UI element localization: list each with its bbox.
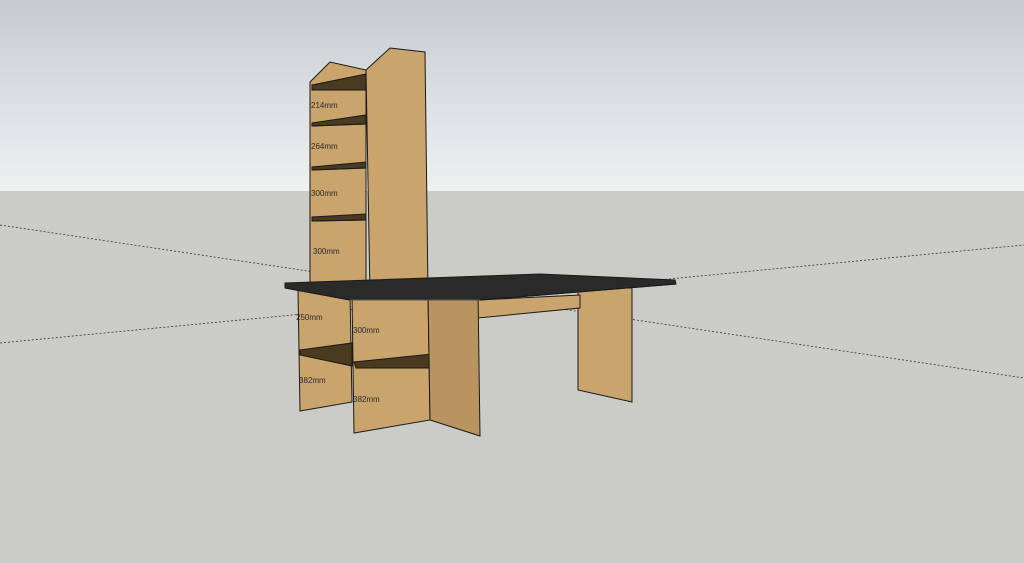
dimension-label: 300mm (313, 247, 340, 256)
bookcase[interactable] (309, 47, 429, 296)
dimension-label: 250mm (296, 313, 323, 322)
3d-model-scene[interactable]: 214mm 264mm 300mm 300mm 250mm 382mm 300m… (0, 0, 1024, 563)
dimension-label: 214mm (311, 101, 338, 110)
lower-shelf-unit[interactable] (297, 289, 481, 437)
dimension-label: 382mm (353, 395, 380, 404)
dimension-label: 264mm (311, 142, 338, 151)
dimension-label: 300mm (353, 326, 380, 335)
modeling-viewport[interactable]: 214mm 264mm 300mm 300mm 250mm 382mm 300m… (0, 0, 1024, 563)
dimension-label: 300mm (311, 189, 338, 198)
desk-leg[interactable] (577, 287, 633, 403)
dimension-label: 382mm (299, 376, 326, 385)
